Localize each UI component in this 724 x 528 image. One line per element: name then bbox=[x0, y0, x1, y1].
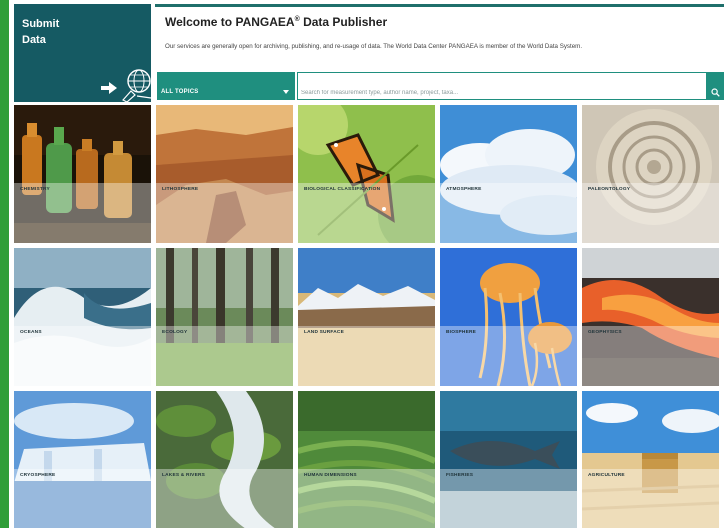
topic-name: BIOSPHERE bbox=[446, 330, 477, 335]
topic-name: LAKES & RIVERS bbox=[162, 473, 206, 478]
topic-tile-geophysics[interactable]: GEOPHYSICS bbox=[582, 248, 719, 386]
topic-name: ATMOSPHERE bbox=[446, 187, 482, 192]
search-button[interactable] bbox=[707, 72, 724, 100]
topic-name: CHEMISTRY bbox=[20, 187, 50, 192]
topic-name: LAND SURFACE bbox=[304, 330, 344, 335]
submit-data-button[interactable]: Submit Data bbox=[14, 4, 152, 102]
topic-tile-biosphere[interactable]: BIOSPHERE bbox=[440, 248, 577, 386]
page-description: Our services are generally open for arch… bbox=[165, 43, 583, 50]
topic-tile-land-surface[interactable]: LAND SURFACE bbox=[298, 248, 435, 386]
page-title: Welcome to PANGAEA® Data Publisher bbox=[165, 15, 388, 29]
topic-tile-chemistry[interactable]: CHEMISTRY bbox=[14, 105, 151, 243]
arrow-right-icon bbox=[101, 82, 117, 94]
topic-name: PALEONTOLOGY bbox=[588, 187, 631, 192]
topic-tile-ecology[interactable]: ECOLOGY bbox=[156, 248, 293, 386]
topic-name: OCEANS bbox=[20, 330, 42, 335]
topic-grid: CHEMISTRY LITHOSPHERE BIOLOGICAL CLASSIF… bbox=[14, 105, 724, 528]
topic-tile-oceans[interactable]: OCEANS bbox=[14, 248, 151, 386]
topic-tile-fisheries[interactable]: FISHERIES bbox=[440, 391, 577, 528]
topic-tile-paleontology[interactable]: PALEONTOLOGY bbox=[582, 105, 719, 243]
topic-tile-lakes-rivers[interactable]: LAKES & RIVERS bbox=[156, 391, 293, 528]
topic-name: FISHERIES bbox=[446, 473, 474, 478]
topic-tile-lithosphere[interactable]: LITHOSPHERE bbox=[156, 105, 293, 243]
topic-name: AGRICULTURE bbox=[588, 473, 625, 478]
topic-name: LITHOSPHERE bbox=[162, 187, 199, 192]
search-field[interactable] bbox=[297, 72, 707, 100]
search-input[interactable] bbox=[301, 87, 701, 98]
topic-name: ECOLOGY bbox=[162, 330, 188, 335]
search-icon bbox=[711, 88, 720, 97]
header-top-rule bbox=[155, 4, 724, 7]
topic-name: HUMAN DIMENSIONS bbox=[304, 473, 357, 478]
topic-name: BIOLOGICAL CLASSIFICATION bbox=[304, 187, 381, 192]
topic-tile-biological-classification[interactable]: BIOLOGICAL CLASSIFICATION bbox=[298, 105, 435, 243]
submit-data-label: Submit Data bbox=[22, 18, 60, 46]
topics-dropdown[interactable]: ALL TOPICS bbox=[157, 72, 295, 100]
topic-tile-cryosphere[interactable]: CRYOSPHERE bbox=[14, 391, 151, 528]
topic-tile-human-dimensions[interactable]: HUMAN DIMENSIONS bbox=[298, 391, 435, 528]
page-header: Welcome to PANGAEA® Data Publisher Our s… bbox=[157, 8, 724, 70]
globe-icon bbox=[122, 69, 152, 102]
side-accent-bar bbox=[0, 0, 9, 528]
topics-dropdown-value: ALL TOPICS bbox=[161, 89, 199, 95]
topic-tile-atmosphere[interactable]: ATMOSPHERE bbox=[440, 105, 577, 243]
topic-name: CRYOSPHERE bbox=[20, 473, 56, 478]
topic-name: GEOPHYSICS bbox=[588, 330, 622, 335]
chevron-down-icon bbox=[283, 90, 289, 94]
topic-tile-agriculture[interactable]: AGRICULTURE bbox=[582, 391, 719, 528]
